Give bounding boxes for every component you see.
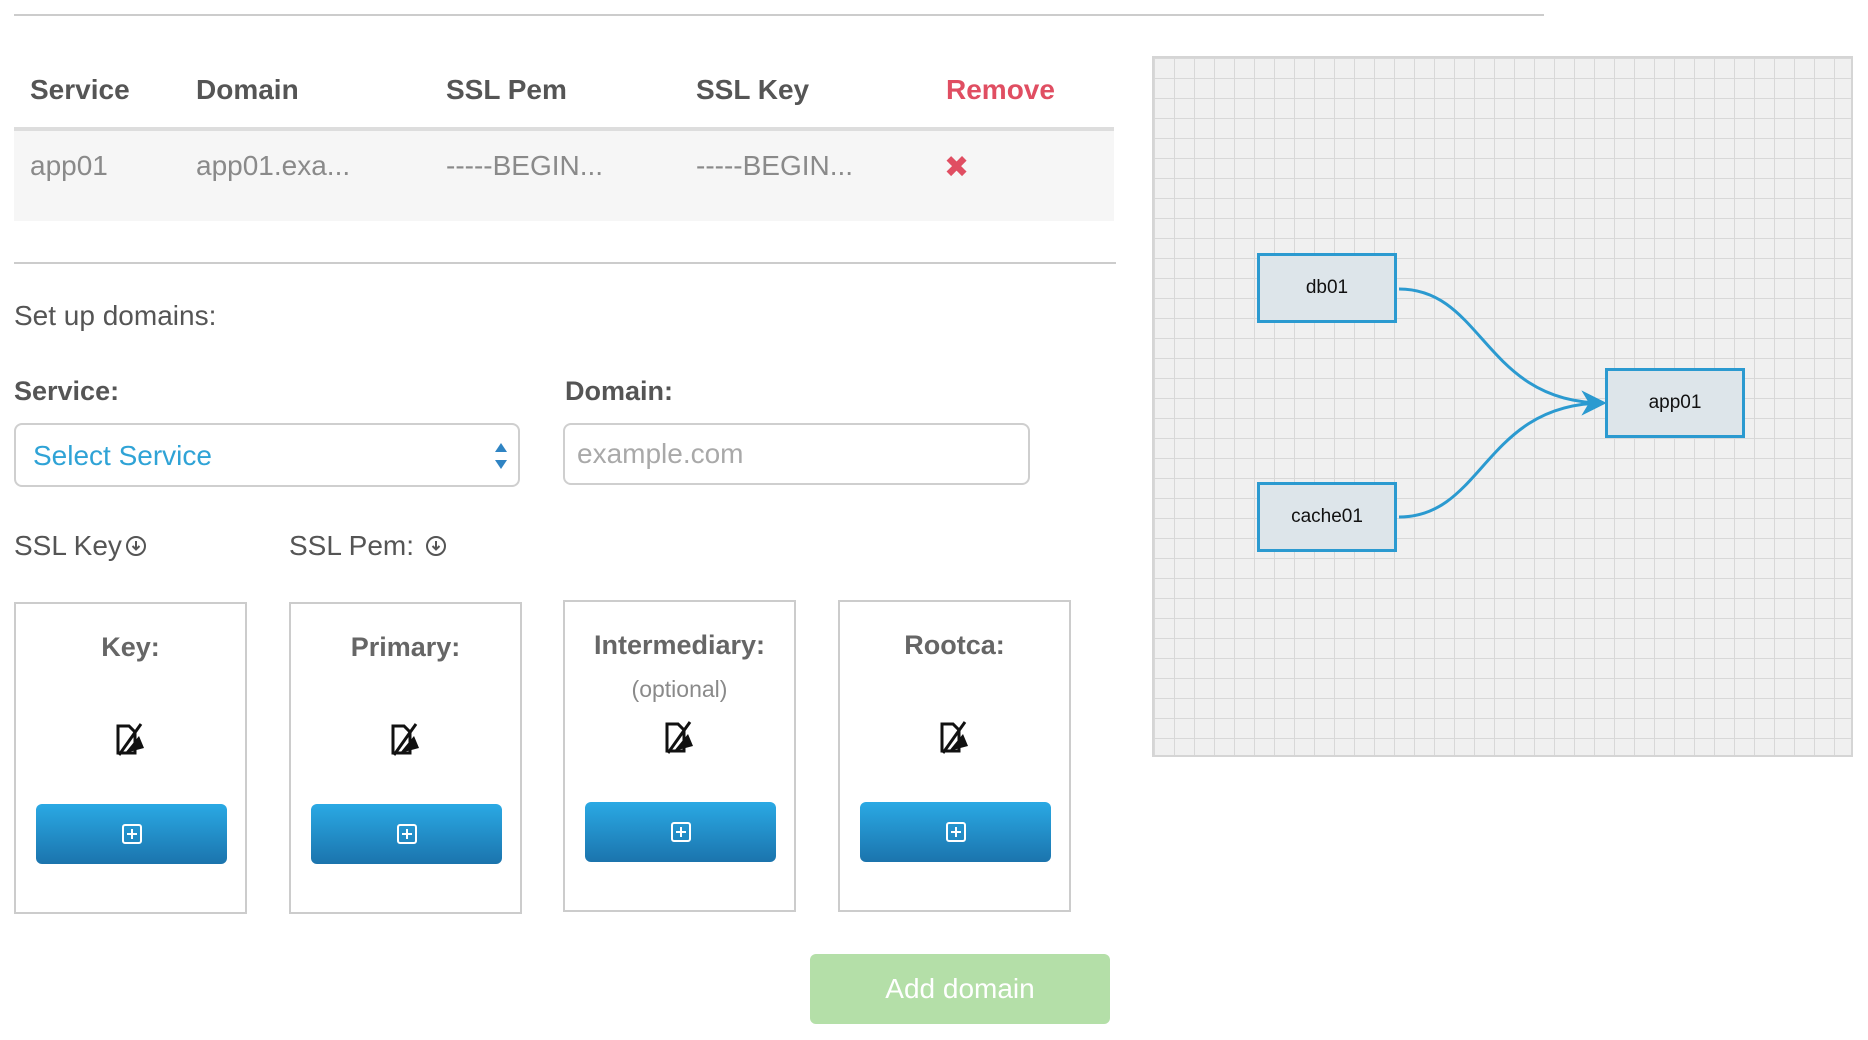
add-domain-button[interactable]: Add domain (810, 954, 1110, 1024)
intermediary-card: Intermediary: (optional) (563, 600, 796, 912)
card-title: Intermediary: (593, 630, 766, 660)
upload-rootca-button[interactable] (860, 802, 1051, 862)
service-select-value: Select Service (33, 440, 212, 471)
close-icon[interactable]: ✖ (944, 150, 969, 185)
ssl-pem-label-text: SSL Pem: (289, 530, 415, 561)
plus-square-icon (396, 824, 417, 844)
cell-service: app01 (30, 150, 108, 181)
card-title: Primary: (350, 632, 461, 662)
no-file-icon (565, 720, 794, 759)
card-title: Key: (101, 632, 160, 662)
diagram-edges (1398, 287, 1607, 519)
no-file-icon (840, 720, 1069, 759)
column-header-ssl-key: SSL Key (696, 74, 810, 105)
service-label: Service: (14, 376, 120, 406)
edge-db01-app01 (1398, 287, 1607, 416)
node-cache01[interactable]: cache01 (1257, 482, 1397, 552)
primary-card: Primary: (289, 602, 522, 914)
upload-key-button[interactable] (36, 804, 227, 864)
cell-domain: app01.exa... (196, 150, 351, 181)
ssl-key-label-text: SSL Key (14, 530, 122, 561)
card-subtitle: (optional) (631, 676, 728, 702)
column-header-service: Service (30, 74, 130, 105)
node-db01[interactable]: db01 (1257, 253, 1397, 323)
domain-label: Domain: (565, 376, 673, 406)
section-title: Set up domains: (14, 300, 217, 331)
key-card: Key: (14, 602, 247, 914)
no-file-icon (16, 722, 245, 761)
column-header-remove: Remove (946, 74, 1055, 105)
card-title: Rootca: (904, 630, 1005, 660)
rootca-card: Rootca: (838, 600, 1071, 912)
no-file-icon (291, 722, 520, 761)
download-icon[interactable] (425, 535, 446, 556)
ssl-pem-label: SSL Pem: (289, 530, 446, 562)
node-app01[interactable]: app01 (1605, 368, 1745, 438)
cell-ssl-pem: -----BEGIN... (446, 150, 604, 181)
domain-input[interactable] (563, 423, 1030, 485)
cell-ssl-key: -----BEGIN... (696, 150, 854, 181)
upload-intermediary-button[interactable] (585, 802, 776, 862)
download-icon[interactable] (125, 535, 146, 556)
service-select[interactable]: Select Service (14, 423, 520, 487)
upload-primary-button[interactable] (311, 804, 502, 864)
top-divider (14, 14, 1544, 16)
select-arrows-icon (495, 443, 507, 469)
plus-square-icon (945, 822, 966, 842)
service-diagram-canvas[interactable]: db01 app01 cache01 (1152, 56, 1853, 757)
plus-square-icon (121, 824, 142, 844)
plus-square-icon (670, 822, 691, 842)
column-header-domain: Domain (196, 74, 299, 105)
edge-cache01-app01 (1398, 390, 1607, 519)
column-header-ssl-pem: SSL Pem (446, 74, 567, 105)
ssl-key-label: SSL Key (14, 530, 146, 562)
section-divider (14, 262, 1116, 264)
